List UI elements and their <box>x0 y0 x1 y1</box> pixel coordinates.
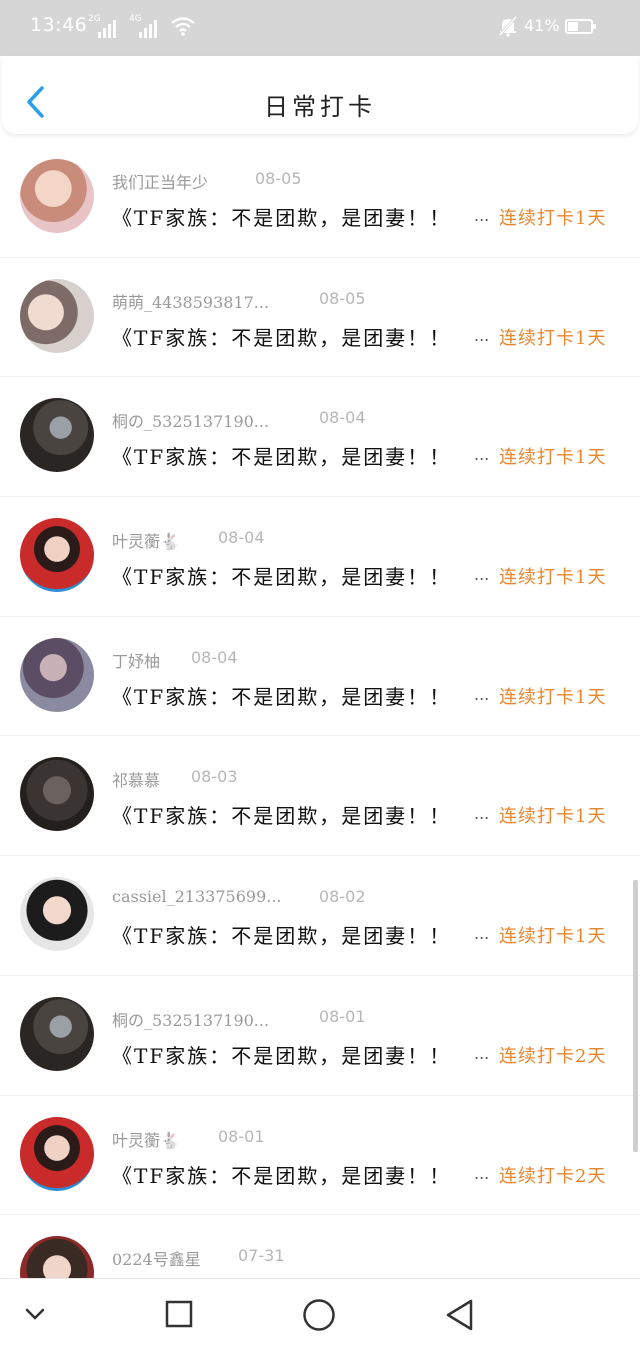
list-item[interactable]: 我们正当年少 08-05 《TF家族：不是团欺，是团妻！！... 连续打卡1天 <box>0 138 640 258</box>
checkin-content: 《TF家族：不是团欺，是团妻！！ <box>112 1163 452 1188</box>
recent-apps-icon[interactable] <box>164 1299 194 1329</box>
user-name: cassiel_213375699... <box>112 887 282 907</box>
user-name: 桐の_5325137190... <box>112 1010 270 1030</box>
streak-label: 连续打卡1天 <box>499 686 607 708</box>
mute-bell-icon <box>498 16 518 37</box>
list-item[interactable]: 桐の_5325137190... 08-04 《TF家族：不是团欺，是团妻！！...… <box>0 377 640 498</box>
avatar[interactable] <box>20 1236 94 1278</box>
list-item[interactable]: 丁妤柚 08-04 《TF家族：不是团欺，是团妻！！... 连续打卡1天 <box>0 617 640 737</box>
avatar[interactable] <box>20 518 94 593</box>
user-name: 0224号鑫星 <box>112 1250 201 1270</box>
user-name: 萌萌_4438593817... <box>112 292 270 312</box>
list-item[interactable]: 桐の_5325137190... 08-01 《TF家族：不是团欺，是团妻！！...… <box>0 976 640 1096</box>
list-item[interactable]: cassiel_213375699... 08-02 《TF家族：不是团欺，是团妻！… <box>0 856 640 976</box>
battery-icon <box>565 19 596 34</box>
avatar[interactable] <box>20 996 94 1071</box>
streak-label: 连续打卡1天 <box>499 567 607 589</box>
list-item[interactable]: 0224号鑫星 07-31 <box>0 1215 640 1278</box>
user-name: 祁慕慕 <box>112 771 161 791</box>
avatar[interactable] <box>20 757 94 832</box>
page-title: 日常打卡 <box>264 93 376 121</box>
list-item[interactable]: 萌萌_4438593817... 08-05 《TF家族：不是团欺，是团妻！！...… <box>0 258 640 378</box>
list-item[interactable]: 叶灵蘅🐇 08-04 《TF家族：不是团欺，是团妻！！... 连续打卡1天 <box>0 497 640 617</box>
post-date: 08-04 <box>218 528 265 548</box>
status-bar: 13:46 2G 4G 41% <box>0 0 640 56</box>
battery-percent: 41% <box>524 16 560 35</box>
truncation-ellipsis: ... <box>474 1163 490 1183</box>
streak-label: 连续打卡2天 <box>499 1165 607 1187</box>
streak-label: 连续打卡2天 <box>499 1045 607 1067</box>
truncation-ellipsis: ... <box>474 325 490 345</box>
checkin-content: 《TF家族：不是团欺，是团妻！！ <box>112 206 452 230</box>
post-date: 08-04 <box>319 408 366 428</box>
checkin-content: 《TF家族：不是团欺，是团妻！！ <box>112 445 452 470</box>
header-bar: 日常打卡 <box>2 56 638 134</box>
scrollbar[interactable] <box>633 880 638 1152</box>
streak-label: 连续打卡1天 <box>499 926 607 948</box>
truncation-ellipsis: ... <box>474 565 490 585</box>
user-name: 桐の_5325137190... <box>112 412 270 432</box>
avatar[interactable] <box>20 637 94 712</box>
wifi-icon <box>171 17 195 36</box>
user-name: 丁妤柚 <box>112 651 161 671</box>
truncation-ellipsis: ... <box>474 1043 490 1063</box>
checkin-content: 《TF家族：不是团欺，是团妻！！ <box>112 1043 452 1068</box>
user-name: 叶灵蘅🐇 <box>112 1130 180 1150</box>
user-name: 叶灵蘅🐇 <box>112 532 180 552</box>
status-time: 13:46 <box>30 14 88 36</box>
avatar[interactable] <box>20 159 94 233</box>
back-triangle-icon[interactable] <box>444 1298 476 1332</box>
list-item[interactable]: 叶灵蘅🐇 08-01 《TF家族：不是团欺，是团妻！！... 连续打卡2天 <box>0 1096 640 1216</box>
truncation-ellipsis: ... <box>474 206 490 225</box>
avatar[interactable] <box>20 1116 94 1191</box>
checkin-list[interactable]: 我们正当年少 08-05 《TF家族：不是团欺，是团妻！！... 连续打卡1天 萌萌_4… <box>0 138 640 1278</box>
post-date: 08-01 <box>319 1006 366 1026</box>
checkin-content: 《TF家族：不是团欺，是团妻！！ <box>112 804 452 829</box>
user-name: 我们正当年少 <box>112 173 209 192</box>
post-date: 07-31 <box>238 1246 285 1266</box>
post-date: 08-04 <box>191 647 238 667</box>
avatar[interactable] <box>20 278 94 353</box>
streak-label: 连续打卡1天 <box>499 327 607 349</box>
post-date: 08-02 <box>319 887 366 907</box>
avatar[interactable] <box>20 398 94 473</box>
checkin-content: 《TF家族：不是团欺，是团妻！！ <box>112 325 452 350</box>
checkin-content: 《TF家族：不是团欺，是团妻！！ <box>112 565 452 590</box>
system-nav-bar <box>0 1278 640 1352</box>
home-icon[interactable] <box>302 1298 336 1332</box>
truncation-ellipsis: ... <box>474 924 490 944</box>
checkin-content: 《TF家族：不是团欺，是团妻！！ <box>112 684 452 709</box>
signal-icon: 4G <box>129 14 161 38</box>
chevron-down-icon[interactable] <box>24 1307 46 1321</box>
truncation-ellipsis: ... <box>474 684 490 704</box>
post-date: 08-05 <box>255 169 302 188</box>
truncation-ellipsis: ... <box>474 445 490 465</box>
truncation-ellipsis: ... <box>474 804 490 824</box>
streak-label: 连续打卡1天 <box>499 447 607 469</box>
checkin-content: 《TF家族：不是团欺，是团妻！！ <box>112 924 452 949</box>
streak-label: 连续打卡1天 <box>499 806 607 828</box>
avatar[interactable] <box>20 877 94 952</box>
streak-label: 连续打卡1天 <box>499 208 607 229</box>
post-date: 08-01 <box>218 1126 265 1146</box>
post-date: 08-05 <box>319 288 366 308</box>
signal-icon: 2G <box>88 14 120 38</box>
list-item[interactable]: 祁慕慕 08-03 《TF家族：不是团欺，是团妻！！... 连续打卡1天 <box>0 736 640 857</box>
post-date: 08-03 <box>191 767 238 787</box>
